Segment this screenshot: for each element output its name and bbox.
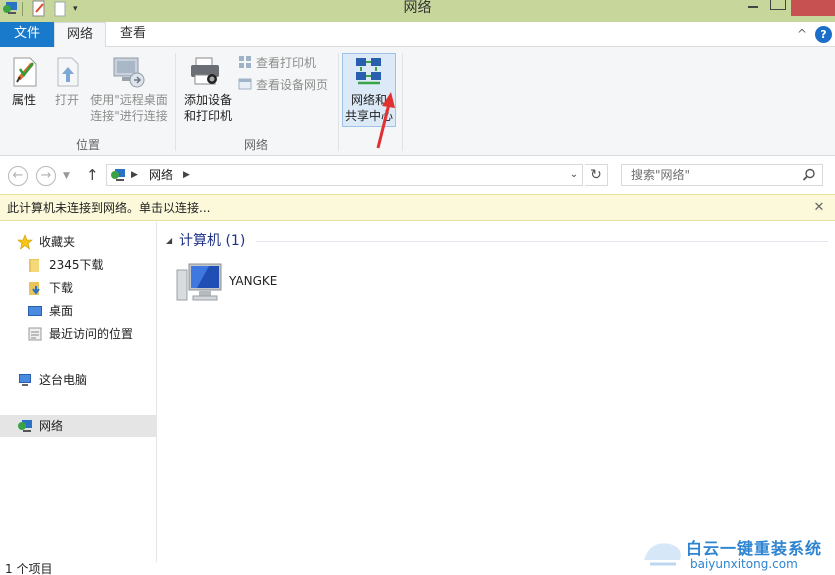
watermark-logo-icon <box>644 543 681 566</box>
back-button[interactable]: ← <box>8 166 28 186</box>
nav-network-label: 网络 <box>39 419 64 433</box>
view-device-webpage-label: 查看设备网页 <box>256 78 329 92</box>
ribbon-tab-bar: 文件 网络 查看 ^ ? <box>0 22 835 48</box>
search-input[interactable]: 搜索"网络" <box>621 164 823 186</box>
computer-group-header[interactable]: 计算机 (1) <box>179 231 245 251</box>
address-row: ← → ▼ ↑ ▶ 网络 ▶ ⌄ ↻ 搜索"网络" <box>0 157 835 193</box>
network-location-icon <box>111 169 125 181</box>
properties-icon[interactable] <box>10 55 40 89</box>
infobar-message[interactable]: 此计算机未连接到网络。单击以连接... <box>7 195 210 221</box>
close-icon[interactable]: ✕ <box>812 195 826 221</box>
chevron-up-icon[interactable]: ^ <box>795 27 809 41</box>
maximize-button[interactable] <box>770 0 786 10</box>
title-bar: ▾ 网络 <box>0 0 835 22</box>
add-devices-printers-button[interactable]: 添加设备 和打印机 <box>180 92 236 124</box>
open-icon[interactable] <box>54 55 82 89</box>
location-group-label: 位置 <box>75 138 100 152</box>
view-device-webpage-button[interactable]: 查看设备网页 <box>238 76 328 94</box>
view-printers-label: 查看打印机 <box>256 56 317 70</box>
network-computer-icon[interactable] <box>175 262 223 304</box>
network-discovery-infobar[interactable]: 此计算机未连接到网络。单击以连接... ✕ <box>0 194 835 221</box>
computer-name[interactable]: YANGKE <box>229 273 277 289</box>
folder-icon <box>29 259 39 272</box>
remote-desktop-button[interactable]: 使用"远程桌面 连接"进行连接 <box>88 92 170 124</box>
nav-this-pc-label: 这台电脑 <box>39 373 88 387</box>
red-arrow-annotation <box>376 92 395 149</box>
computer-icon <box>19 374 31 386</box>
add-devices-label-line1: 添加设备 <box>183 93 232 107</box>
nav-item-label: 最近访问的位置 <box>49 327 134 341</box>
group-separator <box>402 53 403 151</box>
group-header-divider <box>256 241 828 242</box>
network-sharing-center-icon[interactable] <box>354 56 384 86</box>
help-icon[interactable]: ? <box>815 26 832 43</box>
printer-grid-icon <box>239 56 251 68</box>
site-watermark: 白云一键重装系统 baiyunxitong.com <box>620 530 830 574</box>
address-bar[interactable]: ▶ 网络 ▶ ⌄ <box>106 164 583 186</box>
nav-item-label: 桌面 <box>49 304 74 318</box>
explorer-window: ▾ 网络 文件 网络 查看 ^ ? 属性 打开 使用"远程桌面 连接"进行连接 … <box>0 0 835 575</box>
nav-favorites-label: 收藏夹 <box>39 235 76 249</box>
address-location[interactable]: 网络 <box>149 165 173 185</box>
group-collapse-icon[interactable]: ◢ <box>166 236 172 245</box>
recent-places-icon <box>28 327 42 341</box>
star-icon <box>17 234 33 250</box>
add-devices-label-line2: 和打印机 <box>183 109 232 123</box>
search-icon[interactable] <box>802 168 816 182</box>
status-item-count: 1 个项目 <box>5 562 53 575</box>
ribbon: 属性 打开 使用"远程桌面 连接"进行连接 位置 添加设备 和打印机 查看打印机… <box>0 47 835 156</box>
forward-button[interactable]: → <box>36 166 56 186</box>
nav-item-label: 下载 <box>49 281 74 295</box>
chevron-right-icon[interactable]: ▶ <box>183 165 190 185</box>
up-button[interactable]: ↑ <box>86 165 100 185</box>
network-icon <box>18 420 32 432</box>
desktop-icon <box>28 306 42 316</box>
close-button[interactable] <box>791 0 835 16</box>
watermark-title: 白云一键重装系统 <box>686 539 823 558</box>
remote-desktop-label-line2: 连接"进行连接 <box>90 109 168 123</box>
address-dropdown-icon[interactable]: ⌄ <box>566 165 582 185</box>
refresh-button[interactable]: ↻ <box>585 164 608 186</box>
window-title: 网络 <box>403 0 432 16</box>
device-webpage-icon <box>238 78 252 90</box>
watermark-url: baiyunxitong.com <box>690 557 798 571</box>
group-separator <box>338 53 339 151</box>
nav-item-label: 2345下载 <box>49 258 104 272</box>
search-placeholder: 搜索"网络" <box>631 168 691 182</box>
open-button[interactable]: 打开 <box>50 92 84 108</box>
network-group-label: 网络 <box>243 138 268 152</box>
add-device-printer-icon[interactable] <box>188 55 224 89</box>
minimize-button[interactable] <box>742 0 764 16</box>
navigation-pane: 收藏夹 2345下载 下载 桌面 最近访问的位置 这台电脑 网络 <box>0 222 157 562</box>
tab-file[interactable]: 文件 <box>0 22 54 47</box>
group-separator <box>175 53 176 151</box>
downloads-folder-icon <box>29 282 40 295</box>
properties-button[interactable]: 属性 <box>4 92 44 108</box>
view-printers-button[interactable]: 查看打印机 <box>238 54 316 72</box>
remote-desktop-icon[interactable] <box>111 54 147 90</box>
remote-desktop-label-line1: 使用"远程桌面 <box>90 93 168 107</box>
tab-view[interactable]: 查看 <box>110 22 156 48</box>
tab-network[interactable]: 网络 <box>54 22 106 48</box>
recent-locations-dropdown[interactable]: ▼ <box>63 166 70 186</box>
chevron-right-icon[interactable]: ▶ <box>131 165 138 185</box>
